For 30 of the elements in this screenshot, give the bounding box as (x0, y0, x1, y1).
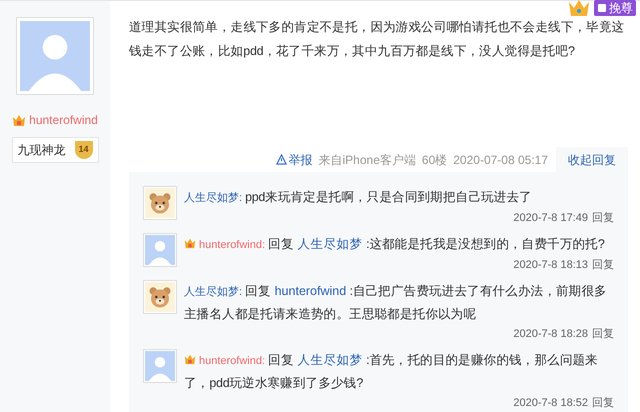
post-text: 道理其实很简单，走线下多的肯定不是托，因为游戏公司哪怕请托也不会走线下，毕竟这钱走不了公账，比如pdd，花了千来万，其中九百万都是线下，没人觉得是托吧? (129, 19, 626, 60)
avatar-icon (145, 351, 175, 381)
reply-text: hunterofwind: 回复 人生尽如梦 :这都能是托我是没想到的，自费千万的托? (184, 233, 614, 256)
floor-number: 60楼 (422, 152, 448, 168)
reply-time: 2020-7-8 18:13 (513, 258, 588, 273)
reply-text: 人生尽如梦: 回复 hunterofwind :自己把广告费玩进去了有什么办法，前期很多主播名人都是托请来造势的。王思聪都是托你以为呢 (184, 283, 608, 323)
badge-button[interactable]: 挽尊 (594, 0, 636, 16)
reply-link[interactable]: 回复 (592, 209, 614, 227)
hand-icon (597, 3, 607, 13)
warning-icon (276, 154, 287, 165)
bear-avatar (145, 188, 175, 218)
collapse-replies-tab[interactable]: 收起回复 (556, 147, 628, 172)
crown-icon (568, 0, 590, 16)
level-badge: 14 (74, 141, 92, 159)
reply-time: 2020-7-8 17:49 (513, 211, 588, 226)
reply-text: 人生尽如梦: ppd来玩肯定是托啊，只是合同到期把自己玩进去了 (184, 189, 533, 206)
reply-text: hunterofwind: 回复 人生尽如梦 :首先，托的目的是赚你的钱，那么问题来了，pdd玩逆水寒赚到了多少钱? (184, 352, 599, 392)
level-title: 九现神龙 (18, 142, 66, 159)
reply-link[interactable]: 回复 (592, 256, 614, 274)
post-source: 来自iPhone客户端 (318, 152, 416, 168)
avatar-icon (20, 21, 90, 91)
report-link[interactable]: 举报 (276, 150, 313, 168)
post-time: 2020-07-08 05:17 (453, 152, 548, 168)
reply-time: 2020-7-8 18:28 (513, 327, 588, 342)
avatar-icon (145, 235, 175, 265)
bear-avatar (145, 282, 175, 312)
username[interactable]: hunterofwind (29, 111, 98, 129)
reply-link[interactable]: 回复 (592, 325, 614, 343)
reply-time: 2020-7-8 18:52 (513, 396, 588, 411)
reply-link[interactable]: 回复 (592, 394, 614, 412)
